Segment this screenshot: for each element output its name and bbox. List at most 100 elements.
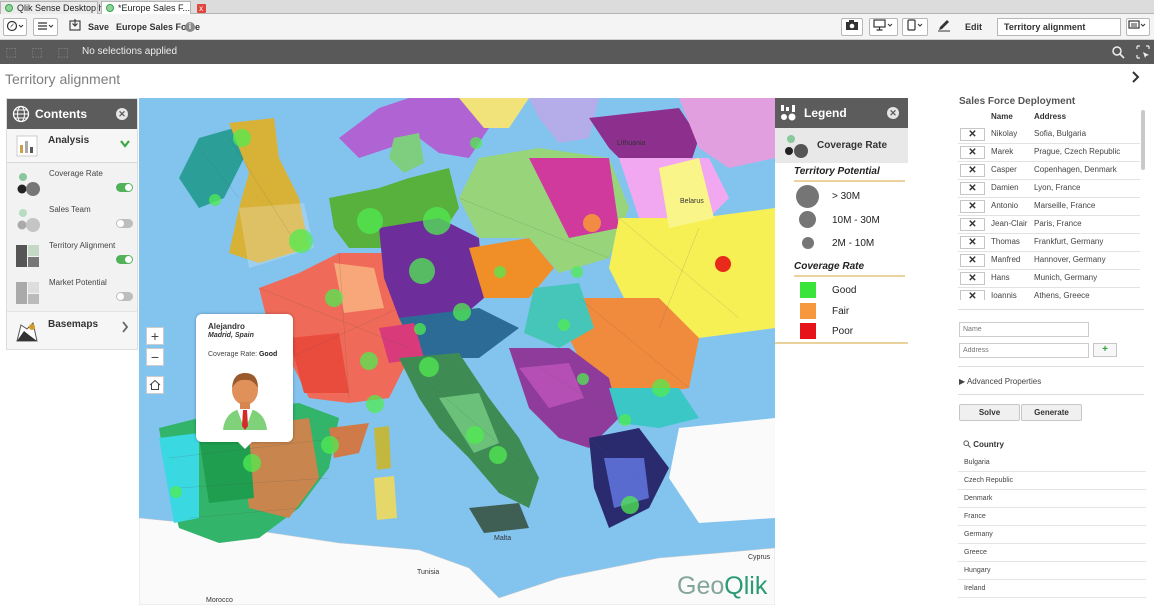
coverage-bubble[interactable]: [233, 129, 251, 147]
tab-hub[interactable]: Qlik Sense Desktop hub: [0, 1, 114, 14]
tab-europe-sales[interactable]: *Europe Sales F... x: [101, 1, 206, 14]
close-contents-icon[interactable]: ✕: [116, 108, 128, 120]
selection-tool-icon[interactable]: [1136, 45, 1150, 59]
coverage-bubble[interactable]: [466, 426, 484, 444]
coverage-bubble[interactable]: [652, 379, 670, 397]
country-item[interactable]: Ireland: [958, 580, 1146, 598]
analysis-section[interactable]: Analysis: [7, 129, 137, 163]
coverage-bubble[interactable]: [414, 323, 426, 335]
sheet-selector[interactable]: Territory alignment: [997, 18, 1121, 36]
presentation-button[interactable]: [869, 18, 898, 36]
edit-button[interactable]: Edit: [965, 18, 982, 36]
country-item[interactable]: France: [958, 508, 1146, 526]
coverage-bubble[interactable]: [409, 258, 435, 284]
zoom-out-button[interactable]: −: [146, 348, 164, 366]
coverage-bubble[interactable]: [577, 373, 589, 385]
coverage-bubble[interactable]: [170, 486, 182, 498]
coverage-bubble[interactable]: [489, 446, 507, 464]
generate-button[interactable]: Generate: [1021, 404, 1082, 421]
coverage-bubble[interactable]: [357, 208, 383, 234]
list-icon: [37, 22, 53, 30]
coverage-bubble[interactable]: [453, 303, 471, 321]
salesperson-list[interactable]: ✕ Nikolay Sofia, Bulgaria ✕ Marek Prague, Cz…: [958, 124, 1144, 300]
coverage-bubble[interactable]: [289, 229, 313, 253]
coverage-bubble[interactable]: [558, 319, 570, 331]
remove-button[interactable]: ✕: [960, 200, 985, 213]
coverage-bubble[interactable]: [571, 266, 583, 278]
close-tab-icon[interactable]: x: [196, 4, 206, 13]
remove-button[interactable]: ✕: [960, 146, 985, 159]
camera-icon: [846, 20, 858, 30]
country-item[interactable]: Germany: [958, 526, 1146, 544]
legend-icon: [781, 105, 796, 121]
coverage-bubble[interactable]: [470, 137, 482, 149]
remove-button[interactable]: ✕: [960, 254, 985, 267]
step-forward-icon[interactable]: ⬚: [30, 45, 44, 59]
close-legend-icon[interactable]: ✕: [887, 107, 899, 119]
compass-icon: [6, 20, 24, 32]
remove-button[interactable]: ✕: [960, 128, 985, 141]
advanced-properties-toggle[interactable]: ▶ Advanced Properties: [959, 377, 1041, 386]
remove-button[interactable]: ✕: [960, 218, 985, 231]
remove-button[interactable]: ✕: [960, 272, 985, 285]
contents-panel: Contents ✕ Analysis Coverage Rate Sales …: [6, 98, 138, 350]
save-icon[interactable]: [66, 18, 83, 36]
home-button[interactable]: [146, 376, 164, 394]
coverage-bubble-poor[interactable]: [715, 256, 731, 272]
clear-selections-icon[interactable]: ⬚: [56, 45, 70, 59]
coverage-bubble[interactable]: [325, 289, 343, 307]
country-item[interactable]: Greece: [958, 544, 1146, 562]
coverage-bubble[interactable]: [321, 436, 339, 454]
country-item[interactable]: Bulgaria: [958, 454, 1146, 472]
remove-button[interactable]: ✕: [960, 164, 985, 177]
coverage-rate-toggle[interactable]: [116, 183, 133, 192]
zoom-in-button[interactable]: +: [146, 327, 164, 345]
coverage-bubble-fair[interactable]: [583, 214, 601, 232]
coverage-bubble[interactable]: [619, 414, 631, 426]
country-filter-header[interactable]: Country: [963, 440, 1004, 449]
remove-button[interactable]: ✕: [960, 182, 985, 195]
save-button[interactable]: Save: [88, 18, 109, 36]
coverage-bubble[interactable]: [423, 207, 451, 235]
pencil-icon[interactable]: [936, 18, 952, 36]
global-menu-button[interactable]: [33, 18, 58, 36]
coverage-bubble[interactable]: [243, 454, 261, 472]
coverage-bubble[interactable]: [419, 357, 439, 377]
name-input[interactable]: [959, 322, 1089, 337]
coverage-bubble[interactable]: [494, 266, 506, 278]
chevron-down-icon[interactable]: [119, 139, 131, 149]
step-back-icon[interactable]: ⬚: [4, 45, 18, 59]
market-potential-toggle[interactable]: [116, 292, 133, 301]
coverage-bubble[interactable]: [621, 496, 639, 514]
legend-header: Legend ✕: [775, 98, 908, 128]
add-salesperson-button[interactable]: +: [1093, 343, 1117, 357]
remove-button[interactable]: ✕: [960, 236, 985, 249]
layer-name: Territory Alignment: [49, 241, 116, 250]
address-input[interactable]: [959, 343, 1089, 358]
country-item[interactable]: Czech Republic: [958, 472, 1146, 490]
list-scrollbar[interactable]: [1141, 110, 1145, 170]
salesperson-name: Jean-Clair: [991, 219, 1028, 228]
basemaps-section[interactable]: Basemaps: [7, 311, 137, 349]
sales-team-toggle[interactable]: [116, 219, 133, 228]
country-item[interactable]: Denmark: [958, 490, 1146, 508]
legend-size-medium: [799, 211, 816, 228]
coverage-bubble[interactable]: [366, 395, 384, 413]
remove-button[interactable]: ✕: [960, 290, 985, 300]
snapshot-button[interactable]: [841, 18, 863, 36]
device-button[interactable]: [902, 18, 928, 36]
solve-button[interactable]: Solve: [959, 404, 1020, 421]
sheets-button[interactable]: [1126, 18, 1150, 36]
navigation-menu-button[interactable]: [3, 18, 27, 36]
list-item: ✕ Hans Munich, Germany: [958, 270, 1140, 288]
chevron-right-icon[interactable]: [1130, 70, 1140, 87]
territory-alignment-toggle[interactable]: [116, 255, 133, 264]
country-item[interactable]: Hungary: [958, 562, 1146, 580]
salesperson-name: Casper: [991, 165, 1017, 174]
chevron-right-icon[interactable]: [121, 321, 129, 333]
coverage-bubble[interactable]: [360, 352, 378, 370]
coverage-bubble[interactable]: [209, 194, 221, 206]
search-icon[interactable]: [1111, 45, 1125, 59]
info-icon[interactable]: i: [185, 22, 195, 32]
divider: [958, 394, 1144, 395]
